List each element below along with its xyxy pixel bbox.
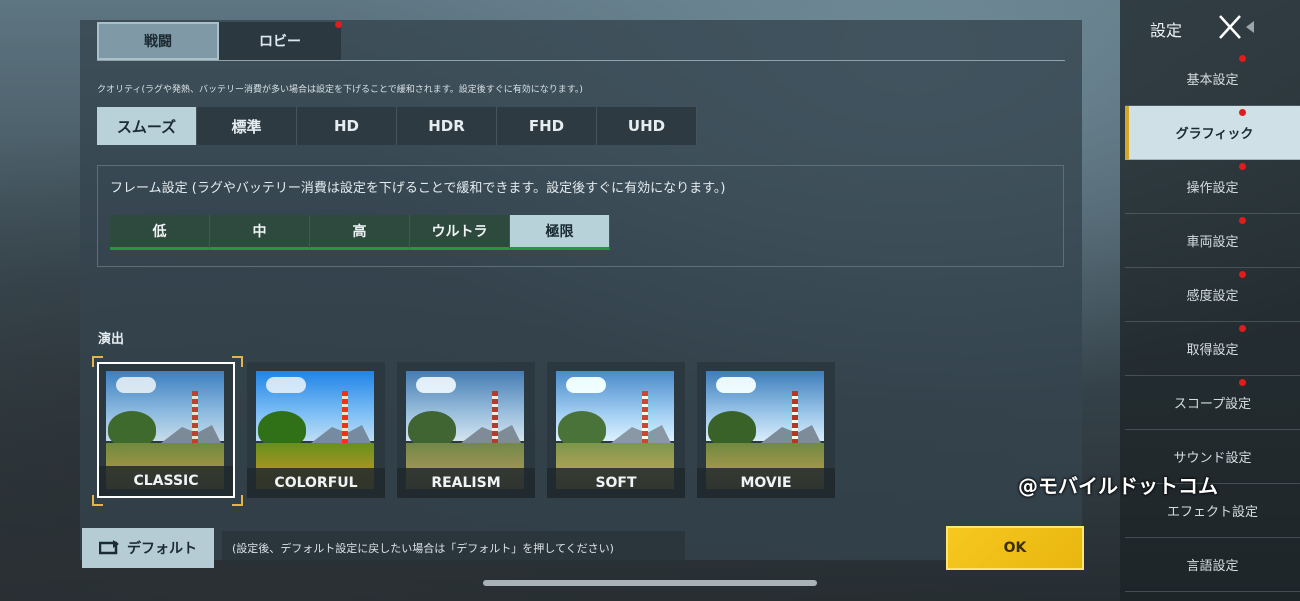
effect-label: CLASSIC xyxy=(99,466,233,496)
notification-badge xyxy=(1239,325,1246,332)
selection-corner xyxy=(232,356,243,367)
frame-option-medium[interactable]: 中 xyxy=(210,215,310,250)
selection-corner xyxy=(92,356,103,367)
quality-option-standard[interactable]: 標準 xyxy=(197,107,297,145)
quality-label: クオリティ(ラグや発熱、バッテリー消費が多い場合は設定を下げることで緩和されます… xyxy=(97,85,583,95)
frame-option-ultra[interactable]: ウルトラ xyxy=(410,215,510,250)
settings-title: 設定 xyxy=(1150,21,1183,40)
effects-selector: CLASSIC COLORFUL REALISM SOFT MOVIE xyxy=(97,362,835,498)
notification-badge xyxy=(1239,163,1246,170)
notification-badge xyxy=(1239,271,1246,278)
notification-badge xyxy=(1239,55,1246,62)
effect-label: SOFT xyxy=(547,468,685,498)
top-tabs: 戦闘 ロビー xyxy=(97,21,342,60)
quality-option-fhd[interactable]: FHD xyxy=(497,107,597,145)
effect-label: REALISM xyxy=(397,468,535,498)
quality-selector: スムーズ 標準 HD HDR FHD UHD xyxy=(97,107,697,145)
close-button[interactable] xyxy=(1216,12,1256,42)
sidebar-item-vehicle[interactable]: 車両設定 xyxy=(1125,214,1300,268)
quality-option-hd[interactable]: HD xyxy=(297,107,397,145)
frame-selector: 低 中 高 ウルトラ 極限 xyxy=(110,215,610,250)
frame-option-high[interactable]: 高 xyxy=(310,215,410,250)
effect-label: COLORFUL xyxy=(247,468,385,498)
close-icon xyxy=(1219,15,1254,39)
quality-option-hdr[interactable]: HDR xyxy=(397,107,497,145)
quality-option-uhd[interactable]: UHD xyxy=(597,107,697,145)
divider xyxy=(97,60,1065,61)
notification-badge xyxy=(335,21,342,28)
frame-option-low[interactable]: 低 xyxy=(110,215,210,250)
effect-option-classic[interactable]: CLASSIC xyxy=(97,362,235,498)
tab-lobby[interactable]: ロビー xyxy=(219,21,342,60)
sidebar-item-graphics[interactable]: グラフィック xyxy=(1125,106,1300,160)
effect-option-realism[interactable]: REALISM xyxy=(397,362,535,498)
default-note: (設定後、デフォルト設定に戻したい場合は「デフォルト」を押してください) xyxy=(222,531,685,565)
notification-badge xyxy=(1239,379,1246,386)
home-indicator[interactable] xyxy=(483,580,817,586)
effect-option-colorful[interactable]: COLORFUL xyxy=(247,362,385,498)
effect-option-soft[interactable]: SOFT xyxy=(547,362,685,498)
sidebar-item-basic[interactable]: 基本設定 xyxy=(1125,52,1300,106)
tab-battle[interactable]: 戦闘 xyxy=(97,22,219,60)
sidebar-nav: 基本設定 グラフィック 操作設定 車両設定 感度設定 取得設定 スコープ設定 サ… xyxy=(1125,52,1300,592)
effects-label: 演出 xyxy=(98,332,125,347)
frame-label: フレーム設定 (ラグやバッテリー消費は設定を下げることで緩和できます。設定後すぐ… xyxy=(110,181,726,196)
notification-badge xyxy=(1239,109,1246,116)
quality-option-smooth[interactable]: スムーズ xyxy=(97,107,197,145)
selection-corner xyxy=(232,495,243,506)
sidebar-item-pickup[interactable]: 取得設定 xyxy=(1125,322,1300,376)
ok-button[interactable]: OK xyxy=(946,526,1084,570)
notification-badge xyxy=(1239,217,1246,224)
reset-icon xyxy=(99,540,119,555)
sidebar-item-language[interactable]: 言語設定 xyxy=(1125,538,1300,592)
default-button[interactable]: デフォルト xyxy=(82,528,214,568)
watermark: @モバイルドットコム xyxy=(1018,474,1218,498)
effect-option-movie[interactable]: MOVIE xyxy=(697,362,835,498)
sidebar-item-sensitivity[interactable]: 感度設定 xyxy=(1125,268,1300,322)
frame-option-extreme[interactable]: 極限 xyxy=(510,215,610,250)
sidebar-item-controls[interactable]: 操作設定 xyxy=(1125,160,1300,214)
sidebar-item-scope[interactable]: スコープ設定 xyxy=(1125,376,1300,430)
selection-corner xyxy=(92,495,103,506)
effect-label: MOVIE xyxy=(697,468,835,498)
